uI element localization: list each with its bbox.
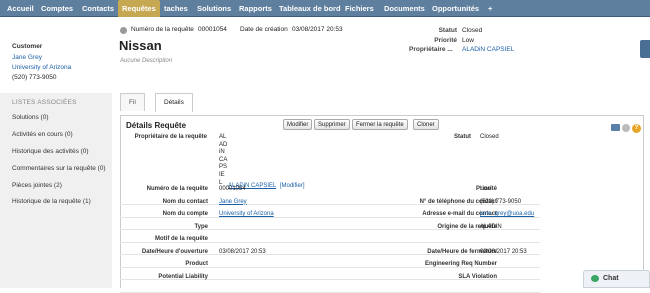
nav-tab-1[interactable]: Comptes — [37, 0, 77, 17]
case-number-label: Numéro de la requête — [131, 26, 194, 33]
edit-button[interactable]: Modifier — [283, 119, 313, 130]
case-subject: Nissan — [119, 38, 162, 53]
field-value: 00001054 — [219, 186, 246, 192]
owner-letter: AL — [219, 134, 227, 140]
field-label: Date/Heure d'ouverture — [141, 248, 208, 255]
print-icon[interactable] — [622, 124, 630, 132]
field-value[interactable]: University of Arizona — [219, 211, 274, 217]
detail-row — [120, 282, 540, 293]
tab-details[interactable]: Détails — [155, 93, 193, 112]
field-value[interactable]: jane_grey@uoa.edu — [480, 211, 534, 217]
status-value: Closed — [462, 27, 483, 34]
nav-tab-7[interactable]: Tableaux de bord — [275, 0, 345, 17]
help-icon[interactable]: ? — [632, 124, 641, 133]
nav-tab-6[interactable]: Rapports — [235, 0, 276, 17]
owner-link[interactable]: ALADiN CAPSIEL — [462, 46, 514, 53]
tab-feed[interactable]: Fil — [120, 93, 145, 111]
status-field-value: Closed — [480, 134, 499, 140]
nav-tab-4[interactable]: taches — [160, 0, 192, 17]
nav-tab-0[interactable]: Accueil — [3, 0, 38, 17]
owner-letter: IE — [219, 171, 225, 178]
edit-layout-icon[interactable] — [611, 124, 620, 131]
field-label: Nom du contact — [162, 198, 208, 205]
related-lists-panel: LISTES ASSOCIÉES Solutions (0) Activités… — [0, 93, 112, 288]
case-icon — [120, 27, 127, 34]
status-label: Statut — [438, 27, 457, 34]
nav-tab-10[interactable]: Opportunités — [428, 0, 483, 17]
chat-icon — [591, 275, 599, 282]
customer-panel: Customer Jane Grey University of Arizona… — [12, 43, 71, 81]
related-lists-header: LISTES ASSOCIÉES — [12, 99, 77, 106]
side-panel-toggle[interactable] — [640, 40, 650, 58]
related-item-open-activities[interactable]: Activités en cours (0) — [12, 131, 73, 138]
field-value: 03/08/2017 20:53 — [219, 248, 266, 255]
chat-label: Chat — [603, 275, 619, 282]
field-label: Type — [194, 223, 208, 230]
owner-letter: PS — [219, 164, 228, 171]
field-value: (520) 773-9050 — [480, 198, 522, 205]
related-item-solutions[interactable]: Solutions (0) — [12, 114, 49, 121]
nav-tab-3[interactable]: Requêtes — [118, 0, 160, 17]
customer-phone: (520) 773-9050 — [12, 74, 57, 81]
created-date-value: 03/08/2017 20:53 — [292, 26, 343, 33]
customer-label: Customer — [12, 43, 43, 50]
case-description: Aucune Description — [120, 58, 173, 64]
owner-field-label: Propriétaire de la requête — [134, 134, 207, 140]
status-field-label: Statut — [454, 134, 471, 140]
field-value: 03/08/2017 20:53 — [480, 248, 527, 255]
nav-tab-9[interactable]: Documents — [380, 0, 429, 17]
field-value: ALADIN — [480, 223, 502, 230]
field-value[interactable]: Jane Grey — [219, 199, 247, 205]
field-value: Low — [480, 186, 492, 192]
nav-tab-2[interactable]: Contacts — [78, 0, 118, 17]
customer-org-link[interactable]: University of Arizona — [12, 64, 71, 71]
related-item-activity-history[interactable]: Historique des activités (0) — [12, 148, 89, 155]
close-case-button[interactable]: Fermer la requête — [352, 119, 408, 130]
case-header: Customer Jane Grey University of Arizona… — [0, 17, 650, 93]
owner-field-letters: AL AD iN CA PS IE L — [219, 134, 227, 187]
change-owner-link[interactable]: [Modifier] — [280, 183, 305, 189]
related-item-attachments[interactable]: Pièces jointes (2) — [12, 182, 62, 189]
field-label: Motif de la requête — [154, 236, 208, 242]
nav-tab-11[interactable]: + — [484, 0, 496, 17]
priority-value: Low — [462, 37, 474, 44]
case-number-value: 00001054 — [198, 26, 227, 33]
related-item-case-history[interactable]: Historique de la requête (1) — [12, 198, 91, 205]
related-item-comments[interactable]: Commentaires sur la requête (0) — [12, 165, 106, 172]
field-label: Numéro de la requête — [146, 186, 208, 192]
owner-label: Propriétaire ... — [409, 46, 453, 53]
field-label: Engineering Req Number — [424, 261, 497, 267]
delete-button[interactable]: Supprimer — [314, 119, 350, 130]
field-label: SLA Violation — [458, 273, 497, 280]
owner-letter: AD — [219, 141, 228, 148]
clone-button[interactable]: Cloner — [413, 119, 439, 130]
owner-letter: CA — [219, 156, 228, 163]
nav-tab-5[interactable]: Solutions — [193, 0, 235, 17]
field-label: Potential Liability — [158, 273, 208, 280]
owner-letter: iN — [219, 149, 225, 156]
details-title: Détails Requête — [126, 121, 187, 130]
chat-widget[interactable]: Chat — [583, 270, 650, 288]
field-label: Nom du compte — [162, 211, 208, 217]
created-date-label: Date de création — [240, 26, 288, 33]
priority-label: Priorité — [434, 37, 457, 44]
field-label: Product — [185, 261, 208, 267]
customer-name-link[interactable]: Jane Grey — [12, 54, 71, 61]
nav-tab-8[interactable]: Fichiers — [341, 0, 378, 17]
top-navigation: Accueil Comptes Contacts Requêtes taches Solu… — [0, 0, 650, 17]
